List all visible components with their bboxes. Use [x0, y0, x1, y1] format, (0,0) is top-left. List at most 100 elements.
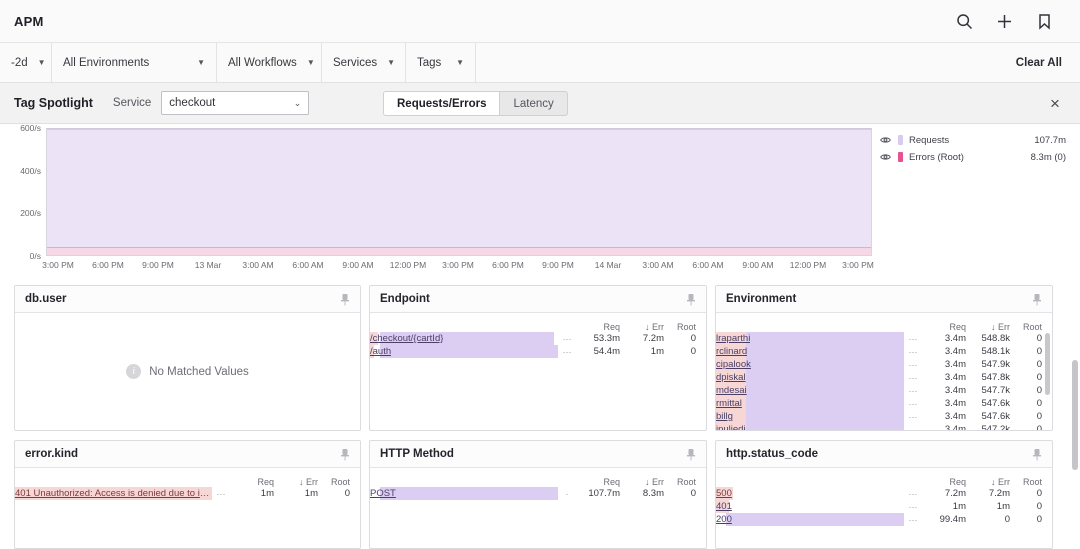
tag-value-link[interactable]: mdesai: [716, 384, 747, 397]
row-menu-icon[interactable]: ···: [212, 489, 230, 499]
tag-value-link[interactable]: billg: [716, 410, 733, 423]
col-header-root[interactable]: Root: [664, 322, 696, 332]
panel-scrollbar[interactable]: [1045, 333, 1050, 395]
value-bar-cell[interactable]: jpuliedi: [716, 423, 904, 430]
filter-time-range[interactable]: -2d ▼: [0, 43, 52, 82]
table-row[interactable]: rclinard···3.4m548.1k0: [716, 345, 1052, 358]
tag-value-link[interactable]: lraparthi: [716, 332, 750, 345]
tab-latency[interactable]: Latency: [499, 92, 566, 115]
col-header-root[interactable]: Root: [664, 477, 696, 487]
value-bar-cell[interactable]: rmittal: [716, 397, 904, 410]
col-header-err[interactable]: ↓ Err: [274, 477, 318, 487]
col-header-req[interactable]: Req: [922, 477, 966, 487]
legend-item-errors[interactable]: Errors (Root) 8.3m (0): [880, 149, 1076, 165]
tag-value-link[interactable]: 401 Unauthorized: Access is denied due t…: [15, 487, 212, 500]
row-menu-icon[interactable]: ···: [558, 347, 576, 357]
col-header-err[interactable]: ↓ Err: [966, 477, 1010, 487]
eye-icon[interactable]: [880, 153, 894, 161]
pin-icon[interactable]: [686, 448, 696, 461]
row-menu-icon[interactable]: ···: [904, 360, 922, 370]
filter-tags[interactable]: Tags ▼: [406, 43, 476, 82]
tag-value-link[interactable]: dpiskal: [716, 371, 746, 384]
value-bar-cell[interactable]: /checkout/{cartId}: [370, 332, 558, 345]
page-scrollbar[interactable]: [1072, 360, 1078, 470]
row-menu-icon[interactable]: ···: [904, 399, 922, 409]
table-row[interactable]: mdesai···3.4m547.7k0: [716, 384, 1052, 397]
row-menu-icon[interactable]: ···: [904, 412, 922, 422]
pin-icon[interactable]: [1032, 448, 1042, 461]
row-menu-icon[interactable]: ···: [904, 515, 922, 525]
col-header-err[interactable]: ↓ Err: [966, 322, 1010, 332]
service-select[interactable]: checkout ⌄: [161, 91, 309, 115]
col-header-req[interactable]: Req: [576, 477, 620, 487]
tag-value-link[interactable]: /checkout/{cartId}: [370, 332, 443, 345]
tag-value-link[interactable]: POST: [370, 487, 396, 500]
value-bar-cell[interactable]: /auth: [370, 345, 558, 358]
row-menu-icon[interactable]: ·: [558, 489, 576, 499]
table-row[interactable]: cipalook···3.4m547.9k0: [716, 358, 1052, 371]
col-header-root[interactable]: Root: [318, 477, 350, 487]
chart-plot-area[interactable]: [46, 128, 872, 256]
filter-workflows[interactable]: All Workflows ▼: [217, 43, 322, 82]
value-bar-cell[interactable]: POST: [370, 487, 558, 500]
table-row[interactable]: /checkout/{cartId}···53.3m7.2m0: [370, 332, 706, 345]
table-row[interactable]: billg···3.4m547.6k0: [716, 410, 1052, 423]
tag-value-link[interactable]: rmittal: [716, 397, 742, 410]
col-header-root[interactable]: Root: [1010, 322, 1042, 332]
row-menu-icon[interactable]: ···: [904, 373, 922, 383]
value-bar-cell[interactable]: lraparthi: [716, 332, 904, 345]
clear-all-button[interactable]: Clear All: [1016, 43, 1080, 82]
value-bar-cell[interactable]: billg: [716, 410, 904, 423]
add-icon[interactable]: [994, 11, 1014, 31]
table-row[interactable]: dpiskal···3.4m547.8k0: [716, 371, 1052, 384]
row-menu-icon[interactable]: ···: [558, 334, 576, 344]
col-header-req[interactable]: Req: [230, 477, 274, 487]
pin-icon[interactable]: [686, 293, 696, 306]
pin-icon[interactable]: [340, 293, 350, 306]
value-bar-cell[interactable]: 401: [716, 500, 904, 513]
col-header-err[interactable]: ↓ Err: [620, 477, 664, 487]
pin-icon[interactable]: [1032, 293, 1042, 306]
tag-value-link[interactable]: 200: [716, 513, 732, 526]
filter-services[interactable]: Services ▼: [322, 43, 406, 82]
row-menu-icon[interactable]: ···: [904, 502, 922, 512]
value-bar-cell[interactable]: cipalook: [716, 358, 904, 371]
col-header-req[interactable]: Req: [576, 322, 620, 332]
row-menu-icon[interactable]: ···: [904, 425, 922, 431]
col-header-req[interactable]: Req: [922, 322, 966, 332]
table-row[interactable]: 401···1m1m0: [716, 500, 1052, 513]
col-header-root[interactable]: Root: [1010, 477, 1042, 487]
eye-icon[interactable]: [880, 136, 894, 144]
close-icon[interactable]: ×: [1044, 92, 1066, 114]
table-row[interactable]: jpuliedi···3.4m547.2k0: [716, 423, 1052, 430]
filter-environments[interactable]: All Environments ▼: [52, 43, 217, 82]
tag-value-link[interactable]: 401: [716, 500, 732, 513]
row-menu-icon[interactable]: ···: [904, 334, 922, 344]
value-bar-cell[interactable]: 401 Unauthorized: Access is denied due t…: [15, 487, 212, 500]
value-bar-cell[interactable]: 200: [716, 513, 904, 526]
bookmark-icon[interactable]: [1034, 11, 1054, 31]
value-bar-cell[interactable]: mdesai: [716, 384, 904, 397]
row-menu-icon[interactable]: ···: [904, 347, 922, 357]
tab-requests-errors[interactable]: Requests/Errors: [384, 92, 499, 115]
table-row[interactable]: rmittal···3.4m547.6k0: [716, 397, 1052, 410]
search-icon[interactable]: [954, 11, 974, 31]
table-row[interactable]: 500···7.2m7.2m0: [716, 487, 1052, 500]
table-row[interactable]: 200···99.4m00: [716, 513, 1052, 526]
table-row[interactable]: lraparthi···3.4m548.8k0: [716, 332, 1052, 345]
tag-value-link[interactable]: /auth: [370, 345, 391, 358]
table-row[interactable]: 401 Unauthorized: Access is denied due t…: [15, 487, 360, 500]
row-menu-icon[interactable]: ···: [904, 489, 922, 499]
value-bar-cell[interactable]: rclinard: [716, 345, 904, 358]
pin-icon[interactable]: [340, 448, 350, 461]
table-row[interactable]: /auth···54.4m1m0: [370, 345, 706, 358]
row-menu-icon[interactable]: ···: [904, 386, 922, 396]
legend-item-requests[interactable]: Requests 107.7m: [880, 132, 1076, 148]
tag-value-link[interactable]: jpuliedi: [716, 423, 746, 430]
col-header-err[interactable]: ↓ Err: [620, 322, 664, 332]
tag-value-link[interactable]: rclinard: [716, 345, 747, 358]
value-bar-cell[interactable]: 500: [716, 487, 904, 500]
value-bar-cell[interactable]: dpiskal: [716, 371, 904, 384]
tag-value-link[interactable]: 500: [716, 487, 732, 500]
table-row[interactable]: POST·107.7m8.3m0: [370, 487, 706, 500]
